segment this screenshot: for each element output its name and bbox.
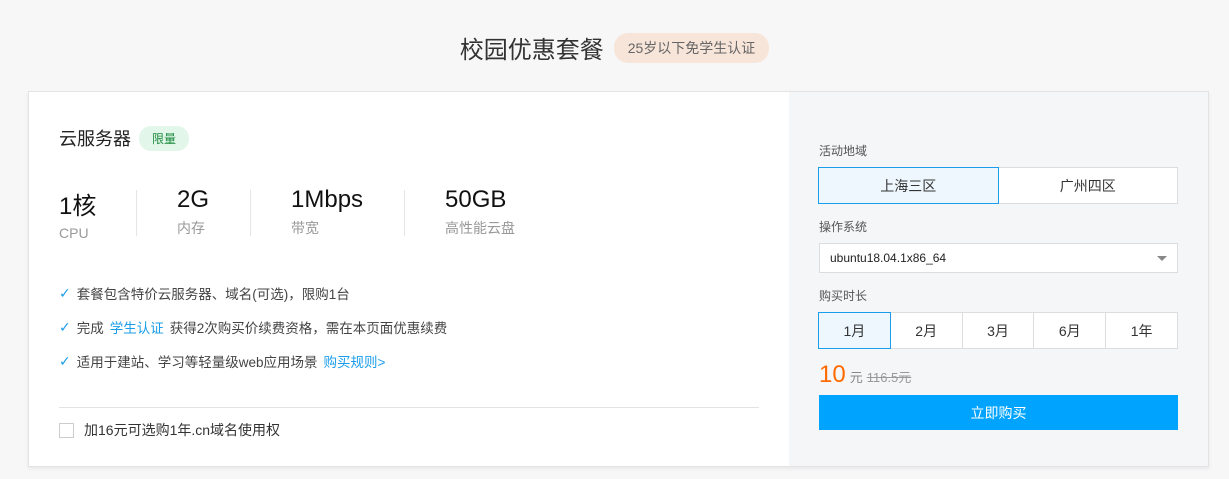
os-label: 操作系统 [819,220,868,234]
list-item: ✓ 套餐包含特价云服务器、域名(可选)，限购1台 [59,276,447,310]
config-panel: 活动地域 上海三区 广州四区 操作系统 ubuntu18.04.1x86_64 … [789,92,1208,466]
spec-label: 带宽 [291,220,319,236]
addon-checkbox[interactable] [59,422,74,438]
price-unit: 元 [849,370,863,385]
region-label: 活动地域 [819,144,868,158]
check-icon: ✓ [59,284,71,301]
limited-tag: 限量 [139,125,190,151]
region-option[interactable]: 上海三区 [818,167,999,204]
purchase-rules-link[interactable]: 购买规则> [324,351,386,371]
student-badge: 25岁以下免学生认证 [613,32,770,63]
duration-option[interactable]: 6月 [1033,312,1107,349]
page-header: 校园优惠套餐 25岁以下免学生认证 [0,30,1229,65]
list-item: ✓ 完成 学生认证 获得2次购买价续费资格，需在本页面优惠续费 [59,310,447,344]
feature-text: 套餐包含特价云服务器、域名(可选)，限购1台 [76,287,350,302]
spec-label: CPU [59,225,89,241]
feature-text: 完成 [76,321,104,336]
price: 10 元 116.5元 [819,361,1178,389]
os-value: ubuntu18.04.1x86_64 [830,251,947,265]
student-auth-link[interactable]: 学生认证 [110,317,164,337]
feature-text: 获得2次购买价续费资格，需在本页面优惠续费 [169,321,448,336]
duration-option[interactable]: 2月 [889,312,963,349]
spec-value: 1Mbps [291,186,364,213]
domain-addon[interactable]: 加16元可选购1年.cn域名使用权 [59,420,280,440]
price-value: 10 [819,361,846,388]
check-icon: ✓ [59,318,71,335]
region-selector: 上海三区 广州四区 [818,167,1178,204]
duration-option[interactable]: 1月 [818,312,891,349]
divider [59,407,759,408]
spec-value: 2G [177,186,210,213]
list-item: ✓ 适用于建站、学习等轻量级web应用场景 购买规则> [59,344,447,378]
duration-option[interactable]: 3月 [961,312,1035,349]
duration-selector: 1月 2月 3月 6月 1年 [818,312,1178,349]
duration-option[interactable]: 1年 [1105,312,1178,349]
buy-now-button[interactable]: 立即购买 [819,395,1178,430]
spec-value: 1核 [59,193,97,220]
addon-label: 加16元可选购1年.cn域名使用权 [84,422,281,438]
os-select[interactable]: ubuntu18.04.1x86_64 [819,243,1178,273]
check-icon: ✓ [59,352,71,369]
feature-text: 适用于建站、学习等轻量级web应用场景 [76,355,318,370]
product-panel: 云服务器 限量 1核 CPU 2G 内存 1Mbps 带宽 50GB 高性能云盘 ✓ 套餐包… [29,92,789,466]
spec-label: 内存 [177,220,205,236]
spec-label: 高性能云盘 [445,220,515,236]
feature-list: ✓ 套餐包含特价云服务器、域名(可选)，限购1台 ✓ 完成 学生认证 获得2次购买价续费… [59,276,447,378]
page-title: 校园优惠套餐 [459,37,604,64]
duration-label: 购买时长 [819,289,868,303]
offer-card: 云服务器 限量 1核 CPU 2G 内存 1Mbps 带宽 50GB 高性能云盘 ✓ 套餐包… [28,91,1209,467]
region-option[interactable]: 广州四区 [997,167,1178,204]
spec-value: 50GB [445,186,507,213]
product-title: 云服务器 [59,129,131,149]
original-price: 116.5元 [866,370,912,385]
chevron-down-icon [1157,255,1167,261]
spec-list: 1核 CPU 2G 内存 1Mbps 带宽 50GB 高性能云盘 [59,186,515,241]
